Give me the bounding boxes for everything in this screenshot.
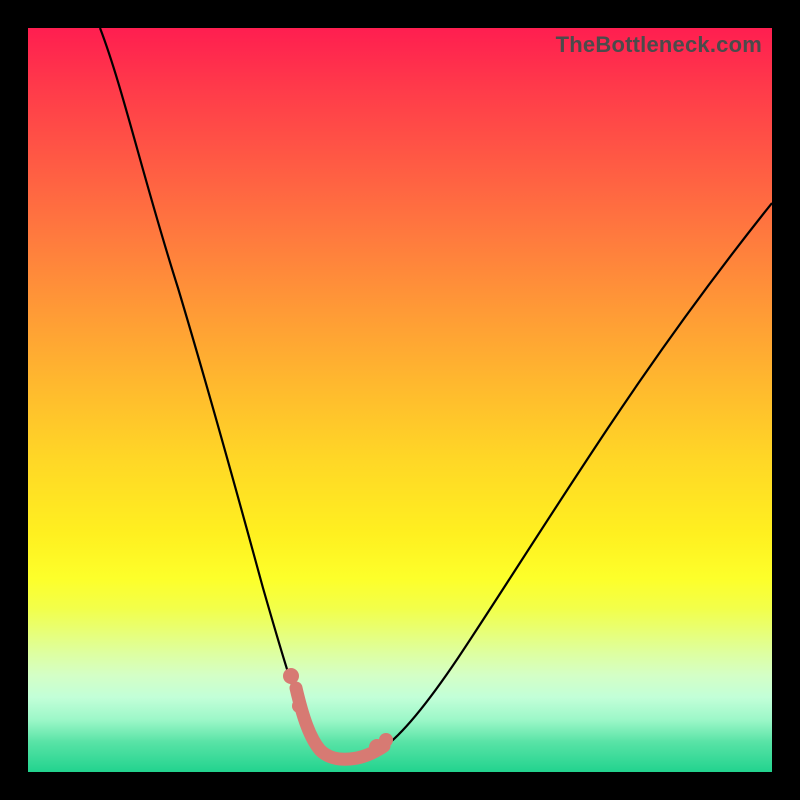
highlight-dot bbox=[379, 733, 393, 747]
curve-layer bbox=[28, 28, 772, 772]
plot-area: TheBottleneck.com bbox=[28, 28, 772, 772]
outer-frame: TheBottleneck.com bbox=[0, 0, 800, 800]
highlight-dot bbox=[283, 668, 299, 684]
watermark-text: TheBottleneck.com bbox=[556, 32, 762, 58]
bottleneck-curve bbox=[100, 28, 772, 758]
highlight-dot bbox=[292, 699, 306, 713]
